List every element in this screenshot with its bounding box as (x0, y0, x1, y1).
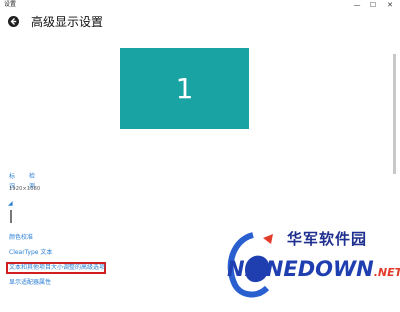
cleartype-link[interactable]: ClearType 文本 (9, 248, 52, 258)
close-button[interactable]: ✕ (383, 0, 397, 10)
page-header: 高级显示设置 (0, 10, 400, 36)
color-calibration-link[interactable]: 颜色校准 (9, 233, 33, 243)
advanced-sizing-link[interactable]: 文本和其他项目大小调整的高级选项 (9, 264, 105, 272)
watermark-net: .NET (373, 266, 400, 279)
watermark-cn-text: 华军软件园 (287, 230, 368, 248)
resolution-value: 1920×1080 (9, 185, 89, 193)
onlinedown-watermark: 华军软件园 NLINEDOWN.NET (221, 227, 400, 310)
back-arrow-icon (10, 18, 17, 25)
back-button[interactable] (8, 16, 19, 27)
watermark-en-main: NLINEDOWN (227, 257, 374, 281)
adapter-properties-link[interactable]: 显示适配器属性 (9, 278, 51, 288)
watermark-en-text: NLINEDOWN.NET (227, 255, 400, 287)
scrollbar-thumb[interactable] (393, 54, 396, 174)
display-1-tile[interactable]: 1 (120, 48, 249, 129)
settings-window: 设置 — ☐ ✕ 高级显示设置 1 标识 检测 1920×1080 ◢ 颜色校准… (0, 0, 400, 312)
page-title: 高级显示设置 (31, 15, 104, 29)
resolution-text: 1920×1080 (9, 186, 41, 192)
display-number: 1 (175, 72, 194, 105)
slider-handle[interactable] (10, 210, 12, 223)
minimize-button[interactable]: — (350, 0, 364, 10)
expand-arrow-icon[interactable]: ◢ (8, 200, 13, 208)
title-bar: 设置 — ☐ ✕ (0, 0, 400, 10)
app-title: 设置 (4, 1, 17, 8)
maximize-button[interactable]: ☐ (366, 0, 380, 10)
